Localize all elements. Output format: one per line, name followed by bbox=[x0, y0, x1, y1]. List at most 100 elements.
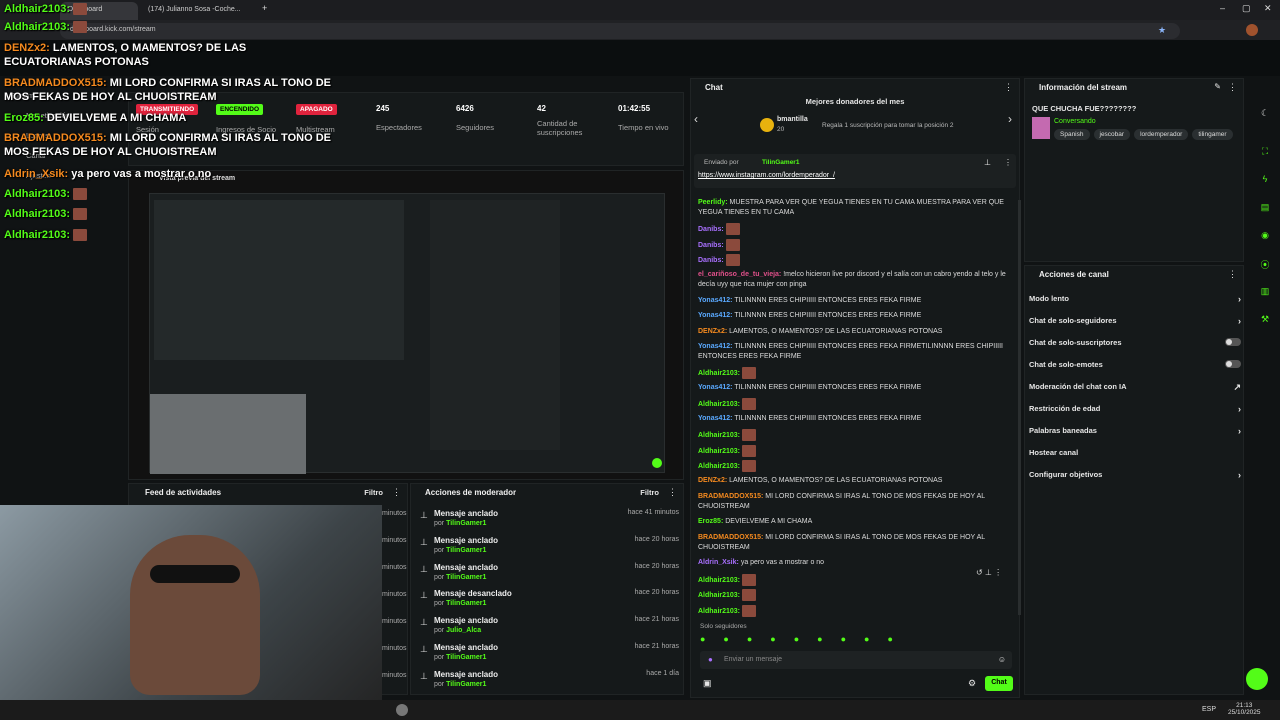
chat-username[interactable]: Yonas412: bbox=[698, 384, 733, 391]
pinned-by-label: Enviado por bbox=[704, 159, 739, 166]
chat-username[interactable]: Aldhair2103: bbox=[698, 577, 740, 584]
address-bar[interactable]: dashboard.kick.com/stream bbox=[60, 23, 1180, 39]
chat-username[interactable]: BRADMADDOX515: bbox=[698, 493, 763, 500]
channel-action-item[interactable]: Hostear canal bbox=[1029, 448, 1241, 462]
mod-action-user[interactable]: TilinGamer1 bbox=[446, 547, 486, 554]
chat-username[interactable]: Danibs: bbox=[698, 226, 724, 233]
sunglasses bbox=[150, 565, 240, 583]
tab-youtube[interactable]: (174) Julianno Sosa -Coche... bbox=[140, 2, 252, 20]
mod-action-user[interactable]: TilinGamer1 bbox=[446, 574, 486, 581]
pinned-menu-icon[interactable]: ⋮ bbox=[1004, 158, 1012, 167]
toggle-switch[interactable] bbox=[1225, 338, 1241, 346]
server-icon[interactable]: ▥ bbox=[1258, 286, 1272, 300]
channel-action-item[interactable]: Modo lento › bbox=[1029, 294, 1241, 308]
help-chat-button[interactable] bbox=[1246, 668, 1268, 690]
chat-message-text: TILINNNN ERES CHIPIIIII ENTONCES ERES FE… bbox=[734, 297, 922, 304]
chat-username[interactable]: DENZx2: bbox=[698, 328, 727, 335]
unpin-icon[interactable]: ⊥ bbox=[984, 158, 991, 167]
chat-scrollbar[interactable] bbox=[1018, 200, 1021, 615]
wrench-icon[interactable]: ⚒ bbox=[1258, 314, 1272, 328]
minimize-icon[interactable]: – bbox=[1220, 3, 1225, 13]
pin-icon: ⊥ bbox=[420, 510, 428, 520]
scan-icon[interactable]: ⛶ bbox=[1258, 146, 1272, 160]
donor-name[interactable]: bmantilla bbox=[777, 116, 808, 123]
donors-next-icon[interactable]: › bbox=[1008, 112, 1012, 126]
activity-time: minutos bbox=[382, 510, 407, 517]
chat-username[interactable]: Peerlidy: bbox=[698, 199, 728, 206]
lightning-icon[interactable]: ϟ bbox=[1258, 174, 1272, 188]
edit-icon[interactable]: ✎ bbox=[1214, 82, 1221, 91]
gift-icon[interactable]: ▣ bbox=[703, 678, 712, 689]
chat-message: Eroz85: DEVIELVEME A MI CHAMA bbox=[698, 517, 1013, 527]
mod-action-user[interactable]: TilinGamer1 bbox=[446, 654, 486, 661]
broadcast-icon[interactable]: ⦿ bbox=[1258, 258, 1272, 272]
emoji-icon[interactable]: ☺ bbox=[998, 655, 1006, 664]
chat-message: Aldhair2103: bbox=[698, 460, 1013, 472]
emote-bar[interactable]: ●●●●●●●●● bbox=[700, 634, 1012, 646]
stream-title: QUE CHUCHA FUE???????? bbox=[1032, 104, 1137, 113]
taskbar-app-icon[interactable] bbox=[396, 704, 408, 716]
chat-username[interactable]: DENZx2: bbox=[698, 477, 727, 484]
chat-input[interactable]: ● Enviar un mensaje ☺ bbox=[700, 651, 1012, 669]
document-icon[interactable]: ▤ bbox=[1258, 202, 1272, 216]
preview-video[interactable] bbox=[149, 193, 665, 474]
chat-username[interactable]: Yonas412: bbox=[698, 343, 733, 350]
chat-username[interactable]: Yonas412: bbox=[698, 297, 733, 304]
channel-action-item[interactable]: Moderación del chat con IA ↗ bbox=[1029, 382, 1241, 396]
channel-action-item[interactable]: Chat de solo-emotes bbox=[1029, 360, 1241, 374]
channel-action-item[interactable]: Chat de solo-seguidores › bbox=[1029, 316, 1241, 330]
emote-icon bbox=[73, 229, 88, 242]
chat-username[interactable]: Aldhair2103: bbox=[698, 463, 740, 470]
channel-action-item[interactable]: Restricción de edad › bbox=[1029, 404, 1241, 418]
moon-icon[interactable]: ☾ bbox=[1258, 108, 1272, 122]
chat-username[interactable]: BRADMADDOX515: bbox=[698, 534, 763, 541]
taskbar-lang[interactable]: ESP bbox=[1202, 706, 1216, 713]
chat-username[interactable]: Aldhair2103: bbox=[698, 370, 740, 377]
profile-avatar[interactable] bbox=[1246, 24, 1258, 36]
mod-action-user[interactable]: TilinGamer1 bbox=[446, 600, 486, 607]
pinned-link[interactable]: https://www.instagram.com/lordemperador_… bbox=[698, 172, 835, 179]
chat-username[interactable]: Aldhair2103: bbox=[698, 608, 740, 615]
channel-action-item[interactable]: Palabras baneadas › bbox=[1029, 426, 1241, 440]
chat-send-button[interactable]: Chat bbox=[985, 676, 1013, 691]
activity-filter-button[interactable]: Filtro bbox=[364, 488, 383, 497]
donors-prev-icon[interactable]: ‹ bbox=[694, 112, 698, 126]
mod-action-user[interactable]: Julio_Alca bbox=[446, 627, 481, 634]
stream-info-menu-icon[interactable]: ⋮ bbox=[1228, 82, 1237, 93]
chat-settings-icon[interactable]: ⚙ bbox=[968, 678, 976, 689]
new-tab-icon[interactable]: + bbox=[262, 3, 267, 13]
channel-action-item[interactable]: Configurar objetivos › bbox=[1029, 470, 1241, 484]
mod-action-user[interactable]: TilinGamer1 bbox=[446, 520, 486, 527]
chat-hover-actions[interactable]: ↺ ⊥ ⋮ bbox=[976, 568, 1002, 577]
activity-menu-icon[interactable]: ⋮ bbox=[392, 487, 401, 498]
chat-username[interactable]: Yonas412: bbox=[698, 415, 733, 422]
emote-icon bbox=[73, 208, 88, 221]
chat-username[interactable]: el_cariñoso_de_tu_vieja: bbox=[698, 271, 781, 278]
chat-username[interactable]: Yonas412: bbox=[698, 312, 733, 319]
chat-username[interactable]: Aldrin_Xsik: bbox=[698, 559, 739, 566]
chat-username[interactable]: Danibs: bbox=[698, 257, 724, 264]
chat-username[interactable]: Aldhair2103: bbox=[698, 432, 740, 439]
chat-username[interactable]: Aldhair2103: bbox=[698, 592, 740, 599]
chat-username[interactable]: Aldhair2103: bbox=[698, 401, 740, 408]
chat-username[interactable]: Eroz85: bbox=[698, 518, 723, 525]
close-icon[interactable]: ✕ bbox=[1264, 3, 1272, 14]
chat-bubble-icon[interactable]: ◉ bbox=[1258, 230, 1272, 244]
mic-icon[interactable]: ● bbox=[708, 655, 713, 664]
pinned-user[interactable]: TilinGamer1 bbox=[762, 159, 799, 166]
maximize-icon[interactable]: ▢ bbox=[1242, 3, 1251, 14]
mod-menu-icon[interactable]: ⋮ bbox=[668, 487, 677, 498]
bookmark-star-icon[interactable]: ★ bbox=[1158, 25, 1166, 36]
mod-action-by: por TilinGamer1 bbox=[434, 600, 486, 607]
live-indicator-icon bbox=[652, 458, 662, 468]
toggle-switch[interactable] bbox=[1225, 360, 1241, 368]
chat-username[interactable]: Danibs: bbox=[698, 242, 724, 249]
chat-menu-icon[interactable]: ⋮ bbox=[1004, 82, 1013, 93]
taskbar-clock[interactable]: 21:13 25/10/2025 bbox=[1228, 702, 1261, 716]
channel-actions-menu-icon[interactable]: ⋮ bbox=[1228, 269, 1237, 280]
chat-username[interactable]: Aldhair2103: bbox=[698, 448, 740, 455]
mod-action-user[interactable]: TilinGamer1 bbox=[446, 681, 486, 688]
stream-category[interactable]: Conversando bbox=[1054, 118, 1096, 125]
mod-filter-button[interactable]: Filtro bbox=[640, 488, 659, 497]
channel-action-item[interactable]: Chat de solo-suscriptores bbox=[1029, 338, 1241, 352]
